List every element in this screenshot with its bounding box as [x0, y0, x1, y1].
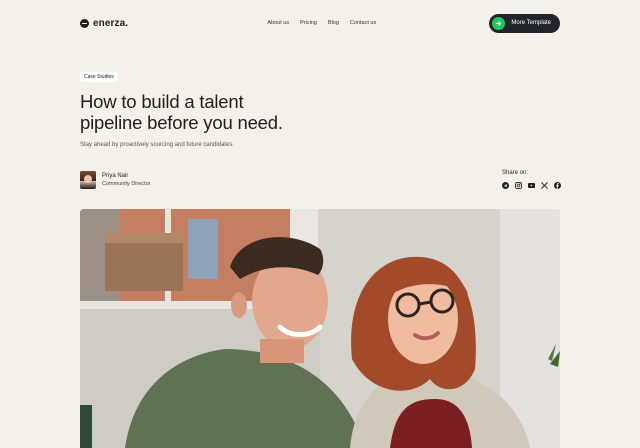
more-template-label: More Template — [511, 20, 551, 26]
page-title: How to build a talent pipeline before yo… — [80, 91, 320, 133]
author-role: Community Director — [102, 181, 151, 187]
author-meta: Priya Nair Community Director — [102, 173, 151, 187]
title-line-2: pipeline before you need. — [80, 112, 283, 133]
nav-link-pricing[interactable]: Pricing — [300, 20, 317, 26]
arrow-right-icon — [492, 16, 506, 30]
logo-mark-icon — [80, 18, 89, 28]
hero-image — [80, 209, 560, 448]
nav-link-blog[interactable]: Blog — [328, 20, 339, 26]
author-block: Priya Nair Community Director — [80, 171, 151, 189]
x-icon[interactable] — [541, 182, 548, 189]
hero-photo-illustration — [80, 209, 560, 448]
nav-link-about[interactable]: About us — [267, 20, 289, 26]
more-template-button[interactable]: More Template — [489, 13, 560, 33]
share-label: Share on: — [502, 170, 529, 176]
telegram-icon[interactable] — [502, 182, 509, 189]
brand-logo[interactable]: enerza. — [80, 18, 128, 29]
category-badge[interactable]: Case Studies — [80, 72, 118, 82]
share-block: Share on: — [502, 170, 561, 189]
page-subtitle: Stay ahead by proactively sourcing and f… — [80, 142, 235, 148]
share-icons — [502, 182, 561, 189]
brand-name: enerza. — [93, 17, 129, 29]
nav-link-contact[interactable]: Contact us — [350, 20, 376, 26]
title-line-1: How to build a talent — [80, 91, 244, 112]
instagram-icon[interactable] — [515, 182, 522, 189]
youtube-icon[interactable] — [528, 182, 535, 189]
facebook-icon[interactable] — [554, 182, 561, 189]
avatar — [80, 171, 96, 189]
top-navigation: enerza. About us Pricing Blog Contact us… — [80, 12, 560, 34]
nav-links: About us Pricing Blog Contact us — [267, 20, 376, 26]
author-name: Priya Nair — [102, 173, 129, 179]
